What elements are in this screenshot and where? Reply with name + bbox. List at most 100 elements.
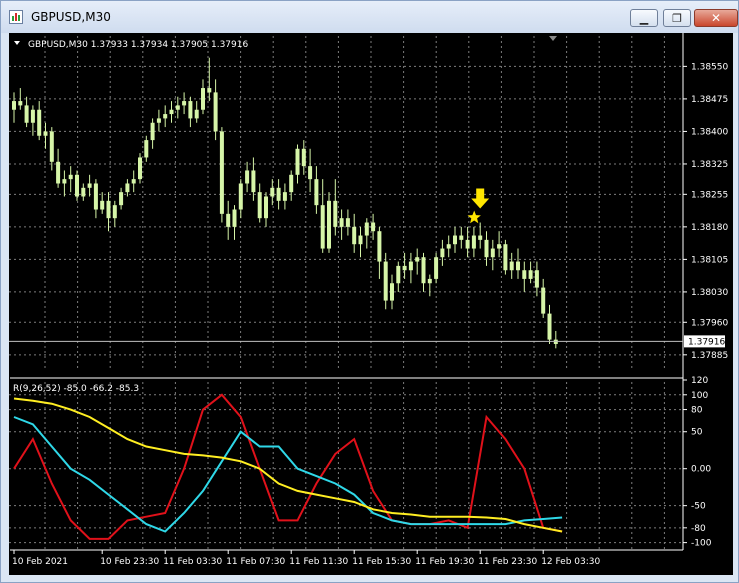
candle-body: [446, 244, 451, 249]
candle-body: [282, 192, 287, 201]
candle-body: [484, 239, 489, 258]
candle-body: [371, 222, 376, 232]
candle-body: [30, 109, 35, 123]
candle-body: [175, 105, 180, 110]
price-tick-label: 1.38255: [691, 190, 728, 200]
minimize-button[interactable]: ▁: [630, 9, 658, 27]
candle-body: [396, 265, 401, 284]
price-tick-label: 1.38030: [691, 288, 728, 298]
time-tick-label: 10 Feb 2021: [12, 557, 68, 567]
chart-canvas[interactable]: 1.38550 1.38475 1.38400 1.38325 1.38255 1.381…: [9, 33, 733, 575]
time-tick-label: 11 Feb 03:30: [163, 557, 222, 567]
close-icon: ✕: [710, 11, 722, 25]
candle-body: [308, 166, 313, 180]
indicator-series-line: [13, 397, 563, 533]
candle-body: [188, 101, 193, 119]
star-icon: [467, 210, 481, 224]
indicator-tick-label: 50: [691, 428, 703, 438]
candle-body: [270, 187, 275, 197]
indicator-tick-label: 80: [691, 406, 703, 416]
candle-body: [100, 200, 105, 210]
candle-body: [295, 148, 300, 175]
indicator-tick-label: 120: [691, 376, 708, 386]
candle-body: [333, 200, 338, 227]
time-tick-label: 10 Feb 23:30: [100, 557, 159, 567]
price-tick-label: 1.38105: [691, 255, 728, 265]
candle-body: [383, 261, 388, 301]
time-tick-label: 11 Feb 19:30: [415, 557, 474, 567]
shift-marker-icon[interactable]: [549, 36, 557, 41]
candle-body: [509, 261, 514, 271]
candle-body: [459, 235, 464, 240]
time-tick-label: 11 Feb 23:30: [478, 557, 537, 567]
main-chart-header: GBPUSD,M30 1.37933 1.37934 1.37905 1.379…: [28, 40, 248, 50]
candle-body: [547, 313, 552, 340]
candle-body: [453, 235, 457, 245]
chart-client-area[interactable]: 1.38550 1.38475 1.38400 1.38325 1.38255 1.381…: [9, 33, 733, 575]
candle-body: [490, 248, 495, 258]
candle-body: [238, 183, 243, 210]
candle-body: [364, 222, 369, 236]
candle-body: [138, 157, 142, 180]
candle-body: [62, 179, 67, 184]
time-tick-label: 11 Feb 07:30: [226, 557, 285, 567]
price-tick-label: 1.38550: [691, 62, 728, 72]
candle-body: [182, 101, 187, 106]
candle-body: [106, 200, 111, 219]
time-tick-label: 11 Feb 11:30: [289, 557, 348, 567]
candle-body: [352, 226, 357, 245]
candle-body: [314, 179, 319, 206]
grid: [9, 36, 683, 550]
mt4-chart-window: GBPUSD,M30 ▁ ❐ ✕ 1.38550 1.38475 1.38400 1.…: [0, 0, 739, 583]
candle-body: [56, 161, 61, 184]
chart-app-icon: [9, 10, 23, 24]
candle-body: [408, 261, 413, 271]
candle-body: [219, 131, 224, 214]
indicator-tick-label: -100: [691, 539, 712, 549]
price-tick-label: 1.38325: [691, 160, 728, 170]
indicator-tick-label: -50: [691, 502, 706, 512]
candle-body: [75, 174, 79, 197]
candle-body: [264, 196, 268, 219]
candle-body: [112, 205, 117, 219]
price-tick-label: 1.38475: [691, 95, 728, 105]
price-tick-label: 1.38180: [691, 223, 728, 233]
candle-body: [276, 187, 281, 201]
candle-body: [156, 118, 161, 123]
candle-body: [87, 183, 92, 188]
indicator-series-line: [13, 416, 563, 533]
indicator-lines: [13, 393, 563, 540]
candle-body: [207, 88, 212, 93]
candle-body: [251, 170, 256, 193]
indicator-tick-label: 0.00: [691, 465, 711, 475]
candle-body: [37, 109, 42, 136]
candle-body: [119, 192, 124, 206]
candle-body: [522, 270, 527, 279]
candle-body: [125, 183, 130, 193]
candle-body: [245, 170, 250, 184]
candle-body: [478, 235, 483, 240]
down-arrow-icon: [471, 188, 490, 209]
candle-body: [471, 235, 476, 249]
candle-body: [93, 183, 98, 210]
chart-menu-triangle-icon[interactable]: [14, 41, 20, 45]
candle-body: [24, 105, 29, 123]
candle-body: [163, 114, 168, 119]
candle-body: [232, 209, 237, 227]
candle-body: [144, 140, 149, 158]
candle-body: [320, 205, 325, 249]
candle-body: [415, 257, 420, 262]
candle-body: [213, 92, 218, 132]
candle-body: [541, 287, 546, 314]
candle-body: [257, 192, 262, 219]
candle-body: [226, 213, 231, 227]
current-price-label: 1.37916: [688, 337, 725, 347]
time-tick-label: 12 Feb 03:30: [541, 557, 600, 567]
candle-body: [434, 257, 439, 279]
restore-button[interactable]: ❐: [663, 9, 691, 27]
window-title: GBPUSD,M30: [31, 10, 111, 24]
restore-icon: ❐: [672, 11, 682, 25]
candle-body: [528, 270, 533, 279]
title-bar[interactable]: GBPUSD,M30 ▁ ❐ ✕: [1, 1, 738, 33]
close-button[interactable]: ✕: [694, 9, 738, 27]
